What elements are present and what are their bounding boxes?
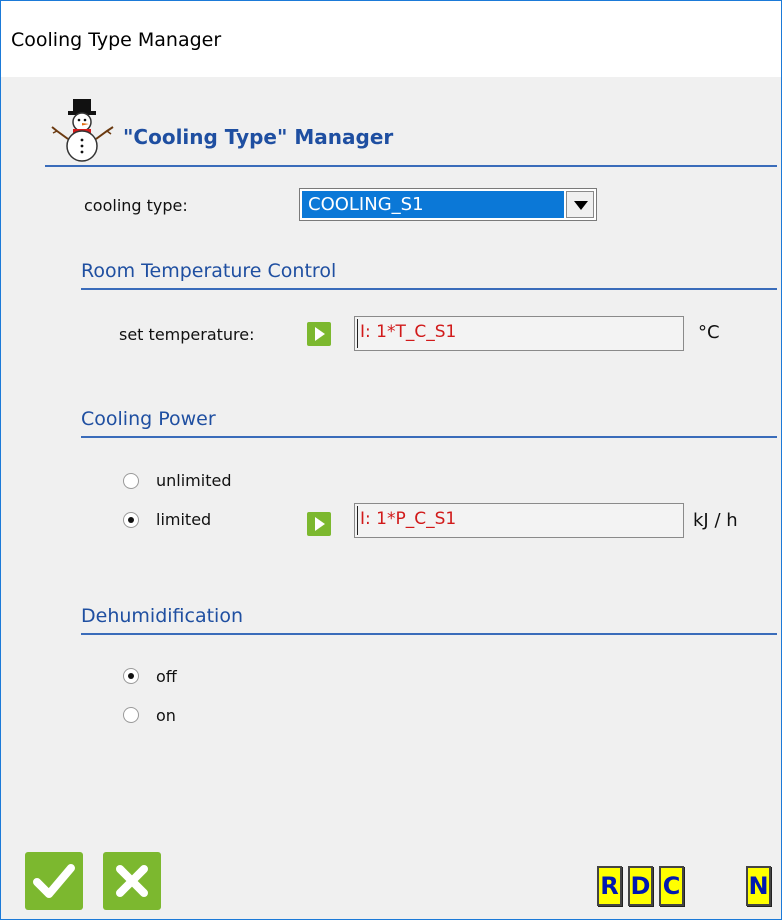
cooling-type-label: cooling type: (84, 196, 188, 215)
cancel-button[interactable] (103, 852, 161, 910)
title-bar: Cooling Type Manager (1, 0, 781, 77)
dehumidification-section-title: Dehumidification (81, 605, 243, 627)
checkmark-icon (33, 864, 75, 898)
cooling-power-play-button[interactable] (307, 512, 331, 536)
temperature-unit: °C (698, 322, 720, 343)
cooling-type-select[interactable]: COOLING_S1 (299, 188, 597, 221)
dehumidification-on-radio[interactable] (123, 707, 139, 723)
dialog-header: "Cooling Type" Manager (45, 95, 777, 167)
n-button[interactable]: N (746, 866, 771, 906)
set-temperature-field[interactable]: I: 1*T_C_S1 (354, 316, 684, 351)
dropdown-button[interactable] (566, 191, 594, 218)
r-button[interactable]: R (597, 866, 622, 906)
dehumidification-section-header: Dehumidification (81, 593, 777, 635)
chevron-down-icon (574, 201, 588, 210)
room-temperature-section-header: Room Temperature Control (81, 248, 777, 290)
dehumidification-off-label: off (156, 667, 177, 686)
cooling-power-section-header: Cooling Power (81, 396, 777, 438)
unlimited-radio[interactable] (123, 473, 139, 489)
snowman-icon (51, 99, 114, 162)
room-temperature-section-title: Room Temperature Control (81, 260, 337, 282)
set-temperature-label: set temperature: (119, 325, 255, 344)
dehumidification-off-radio[interactable] (123, 668, 139, 684)
cooling-type-manager-window: Cooling Type Manager "Cooling Type" Mana… (0, 0, 782, 920)
unlimited-radio-label: unlimited (156, 471, 232, 490)
cooling-power-unit: kJ / h (693, 510, 738, 531)
cooling-type-selected-value: COOLING_S1 (302, 191, 564, 218)
ok-button[interactable] (25, 852, 83, 910)
dehumidification-on-label: on (156, 706, 176, 725)
limited-radio-label: limited (156, 510, 212, 529)
d-button[interactable]: D (628, 866, 653, 906)
window-title: Cooling Type Manager (11, 29, 222, 51)
limited-radio[interactable] (123, 512, 139, 528)
set-temperature-play-button[interactable] (307, 322, 331, 346)
c-button[interactable]: C (659, 866, 684, 906)
cooling-power-section-title: Cooling Power (81, 408, 216, 430)
header-title: "Cooling Type" Manager (123, 125, 394, 149)
x-icon (116, 865, 148, 897)
cooling-power-field[interactable]: I: 1*P_C_S1 (354, 503, 684, 538)
